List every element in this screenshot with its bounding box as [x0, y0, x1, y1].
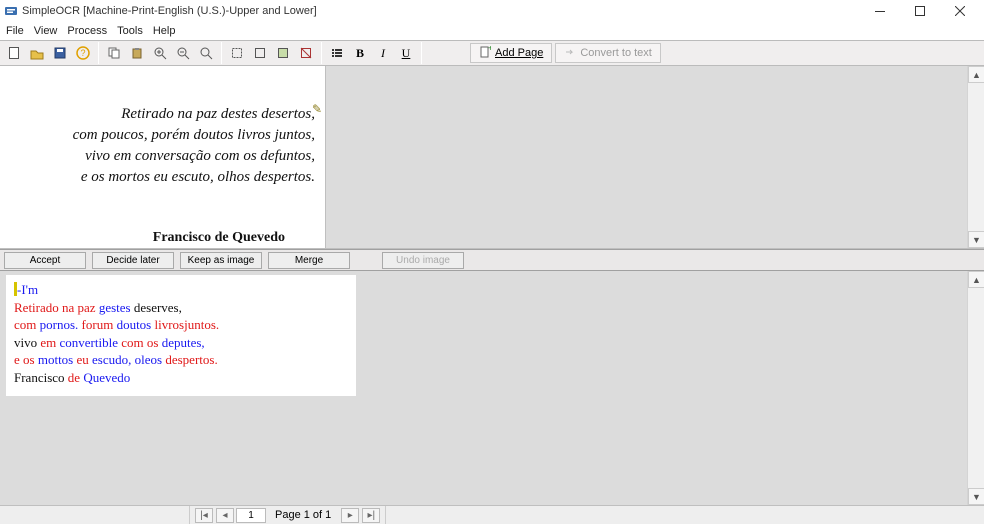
source-poem-text: Retirado na paz destes desertos, com pou…: [73, 104, 315, 188]
window-title: SimpleOCR [Machine-Print-English (U.S.)-…: [22, 5, 860, 17]
underline-icon[interactable]: U: [396, 43, 416, 63]
poem-line: Retirado na paz destes desertos,: [73, 104, 315, 125]
region-image-icon[interactable]: [273, 43, 293, 63]
app-icon: [4, 4, 18, 18]
ocr-word: deputes,: [162, 335, 205, 350]
scroll-up-icon[interactable]: ▲: [968, 66, 984, 83]
add-page-icon: +: [479, 46, 491, 61]
menu-tools[interactable]: Tools: [117, 25, 143, 37]
scroll-down-icon[interactable]: ▼: [968, 488, 984, 505]
menu-bar: File View Process Tools Help: [0, 22, 984, 40]
status-bar: |◂ ◂ 1 Page 1 of 1 ▸ ▸|: [0, 505, 984, 524]
poem-line: vivo em conversação com os defuntos,: [73, 146, 315, 167]
ocr-word: convertible: [60, 335, 122, 350]
main-toolbar: ? B I U + Add Page Convert to text: [0, 40, 984, 66]
menu-process[interactable]: Process: [67, 25, 107, 37]
ocr-word: gestes: [99, 300, 134, 315]
svg-text:?: ?: [80, 48, 85, 58]
decide-later-button[interactable]: Decide later: [92, 252, 174, 269]
maximize-button[interactable]: [900, 0, 940, 22]
paste-icon[interactable]: [127, 43, 147, 63]
accept-button[interactable]: Accept: [4, 252, 86, 269]
poem-author: Francisco de Quevedo: [153, 230, 285, 246]
scroll-down-icon[interactable]: ▼: [968, 231, 984, 248]
menu-file[interactable]: File: [6, 25, 24, 37]
convert-to-text-button[interactable]: Convert to text: [555, 43, 661, 63]
region-rect-icon[interactable]: [227, 43, 247, 63]
poem-line: com poucos, porém doutos livros juntos,: [73, 125, 315, 146]
convert-label: Convert to text: [580, 47, 652, 59]
image-pane-empty: [326, 66, 984, 248]
region-text-icon[interactable]: [250, 43, 270, 63]
close-button[interactable]: [940, 0, 980, 22]
ocr-word: pornos.: [40, 317, 82, 332]
vertical-scrollbar[interactable]: ▲ ▼: [967, 66, 984, 248]
source-image-area[interactable]: ✎ Retirado na paz destes desertos, com p…: [0, 66, 326, 248]
toolbar-separator: [98, 42, 99, 64]
svg-text:+: +: [488, 46, 491, 53]
text-result-pane: -I'm Retirado na paz gestes deserves, co…: [0, 271, 984, 505]
toolbar-separator: [321, 42, 322, 64]
ocr-word: -I'm: [17, 282, 38, 297]
ocr-word: vivo: [14, 335, 40, 350]
page-next-button[interactable]: ▸: [341, 508, 359, 523]
add-page-label: Add Page: [495, 47, 543, 59]
ocr-word: forum: [82, 317, 117, 332]
undo-image-button[interactable]: Undo image: [382, 252, 464, 269]
ocr-word: de: [68, 370, 84, 385]
page-prev-button[interactable]: ◂: [216, 508, 234, 523]
ocr-word: com: [14, 317, 40, 332]
region-clear-icon[interactable]: [296, 43, 316, 63]
ocr-word: livrosjuntos.: [154, 317, 219, 332]
menu-help[interactable]: Help: [153, 25, 176, 37]
copy-icon[interactable]: [104, 43, 124, 63]
ocr-word: e os: [14, 352, 38, 367]
ocr-word: doutos: [117, 317, 155, 332]
italic-icon[interactable]: I: [373, 43, 393, 63]
ocr-word: deserves,: [134, 300, 182, 315]
minimize-button[interactable]: [860, 0, 900, 22]
ocr-word: com os: [121, 335, 161, 350]
ocr-word: despertos.: [165, 352, 217, 367]
convert-icon: [564, 46, 576, 61]
ocr-word: Retirado na paz: [14, 300, 99, 315]
keep-as-image-button[interactable]: Keep as image: [180, 252, 262, 269]
page-last-button[interactable]: ▸|: [362, 508, 380, 523]
scroll-up-icon[interactable]: ▲: [968, 271, 984, 288]
ocr-text-area[interactable]: -I'm Retirado na paz gestes deserves, co…: [6, 275, 356, 396]
title-bar: SimpleOCR [Machine-Print-English (U.S.)-…: [0, 0, 984, 22]
ocr-word: em: [40, 335, 59, 350]
vertical-scrollbar[interactable]: ▲ ▼: [967, 271, 984, 505]
zoom-fit-icon[interactable]: [196, 43, 216, 63]
bold-icon[interactable]: B: [350, 43, 370, 63]
list-icon[interactable]: [327, 43, 347, 63]
page-label: Page 1 of 1: [267, 509, 339, 521]
new-icon[interactable]: [4, 43, 24, 63]
save-icon[interactable]: [50, 43, 70, 63]
ocr-word: Quevedo: [83, 370, 130, 385]
help-icon[interactable]: ?: [73, 43, 93, 63]
toolbar-separator: [421, 42, 422, 64]
merge-button[interactable]: Merge: [268, 252, 350, 269]
ocr-word: oleos: [135, 352, 166, 367]
menu-view[interactable]: View: [34, 25, 58, 37]
image-pane: ✎ Retirado na paz destes desertos, com p…: [0, 66, 984, 249]
ocr-action-bar: Accept Decide later Keep as image Merge …: [0, 249, 984, 271]
add-page-button[interactable]: + Add Page: [470, 43, 552, 63]
toolbar-separator: [221, 42, 222, 64]
ocr-word: eu: [77, 352, 93, 367]
zoom-out-icon[interactable]: [173, 43, 193, 63]
open-icon[interactable]: [27, 43, 47, 63]
ocr-word: mottos: [38, 352, 77, 367]
page-number-field[interactable]: 1: [236, 508, 266, 523]
ocr-word: escudo,: [92, 352, 135, 367]
zoom-in-icon[interactable]: [150, 43, 170, 63]
page-first-button[interactable]: |◂: [195, 508, 213, 523]
ocr-word: Francisco: [14, 370, 68, 385]
poem-line: e os mortos eu escuto, olhos despertos.: [73, 167, 315, 188]
